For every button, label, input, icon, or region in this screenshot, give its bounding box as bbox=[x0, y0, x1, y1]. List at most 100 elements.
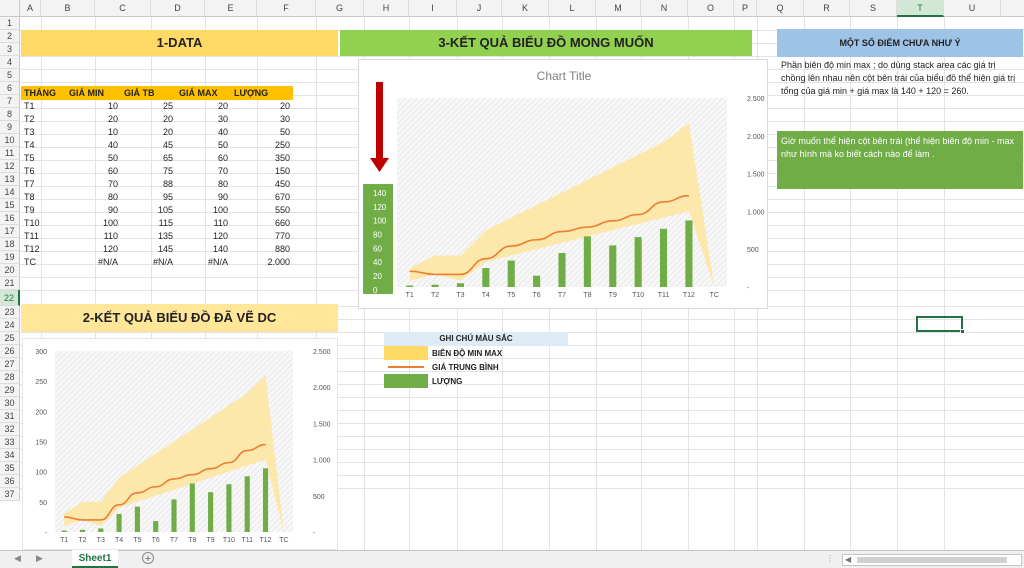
table-header-cell[interactable]: GIÁ MAX bbox=[176, 86, 231, 100]
table-cell[interactable]: T1 bbox=[21, 100, 66, 113]
table-cell[interactable]: 70 bbox=[66, 178, 121, 191]
row-header[interactable]: 26 bbox=[0, 345, 20, 358]
table-cell[interactable]: T3 bbox=[21, 126, 66, 139]
table-header-cell[interactable]: GIÁ TB bbox=[121, 86, 176, 100]
column-header[interactable]: F bbox=[257, 0, 316, 17]
table-cell[interactable]: T7 bbox=[21, 178, 66, 191]
row-header[interactable]: 15 bbox=[0, 199, 20, 212]
nav-right-icon[interactable]: ▶ bbox=[36, 553, 43, 564]
row-header[interactable]: 34 bbox=[0, 449, 20, 462]
row-header[interactable]: 28 bbox=[0, 371, 20, 384]
table-cell[interactable]: 20 bbox=[121, 113, 176, 126]
table-cell[interactable]: 95 bbox=[121, 191, 176, 204]
table-cell[interactable]: 660 bbox=[231, 217, 293, 230]
row-header[interactable]: 2 bbox=[0, 30, 20, 43]
table-cell[interactable]: T12 bbox=[21, 243, 66, 256]
table-cell[interactable]: 40 bbox=[66, 139, 121, 152]
table-cell[interactable]: 20 bbox=[66, 113, 121, 126]
table-cell[interactable]: 80 bbox=[176, 178, 231, 191]
column-header[interactable]: H bbox=[364, 0, 409, 17]
column-header[interactable]: O bbox=[688, 0, 734, 17]
column-header[interactable]: Q bbox=[757, 0, 804, 17]
table-cell[interactable]: 45 bbox=[121, 139, 176, 152]
table-header-cell[interactable]: LƯỢNG bbox=[231, 86, 293, 100]
row-header[interactable]: 27 bbox=[0, 358, 20, 371]
table-cell[interactable]: 670 bbox=[231, 191, 293, 204]
row-header[interactable]: 4 bbox=[0, 56, 20, 69]
table-cell[interactable]: T9 bbox=[21, 204, 66, 217]
nav-left-icon[interactable]: ◀ bbox=[14, 553, 21, 564]
table-cell[interactable]: T6 bbox=[21, 165, 66, 178]
column-header[interactable]: I bbox=[409, 0, 457, 17]
row-header[interactable]: 22 bbox=[0, 290, 20, 306]
row-header[interactable]: 20 bbox=[0, 264, 20, 277]
table-cell[interactable]: 50 bbox=[66, 152, 121, 165]
row-header[interactable]: 17 bbox=[0, 225, 20, 238]
table-cell[interactable]: 145 bbox=[121, 243, 176, 256]
desired-chart[interactable]: Chart Title T1 T2 T3 T4 T5 T6 T7 T8 T9 T10 T11 T12 TC… bbox=[358, 59, 768, 309]
column-header[interactable]: D bbox=[151, 0, 205, 17]
row-header[interactable]: 32 bbox=[0, 423, 20, 436]
row-header[interactable]: 7 bbox=[0, 95, 20, 108]
table-cell[interactable]: T2 bbox=[21, 113, 66, 126]
row-header[interactable]: 30 bbox=[0, 397, 20, 410]
table-cell[interactable]: 60 bbox=[66, 165, 121, 178]
row-header[interactable]: 25 bbox=[0, 332, 20, 345]
row-header[interactable]: 10 bbox=[0, 134, 20, 147]
table-cell[interactable]: 120 bbox=[176, 230, 231, 243]
table-cell[interactable]: 100 bbox=[176, 204, 231, 217]
drawn-chart[interactable]: T1 T2 T3 T4 T5 T6 T7 T8 T9 T10 T11 T12 TC 2.500 2.000 1… bbox=[22, 338, 338, 550]
table-cell[interactable]: 10 bbox=[66, 100, 121, 113]
table-cell[interactable]: TC bbox=[21, 256, 66, 269]
fill-handle[interactable] bbox=[960, 329, 965, 334]
row-header[interactable]: 3 bbox=[0, 43, 20, 56]
table-cell[interactable]: 120 bbox=[66, 243, 121, 256]
table-cell[interactable]: 140 bbox=[176, 243, 231, 256]
row-header[interactable]: 29 bbox=[0, 384, 20, 397]
table-cell[interactable]: 105 bbox=[121, 204, 176, 217]
column-header[interactable]: C bbox=[95, 0, 151, 17]
row-header[interactable]: 12 bbox=[0, 160, 20, 173]
row-header[interactable]: 19 bbox=[0, 251, 20, 264]
table-cell[interactable]: 550 bbox=[231, 204, 293, 217]
table-cell[interactable]: 770 bbox=[231, 230, 293, 243]
sheet-tab-sheet1[interactable]: Sheet1 bbox=[72, 550, 118, 568]
table-cell[interactable]: 450 bbox=[231, 178, 293, 191]
scroll-left-icon[interactable]: ◀ bbox=[845, 555, 851, 564]
table-cell[interactable]: 880 bbox=[231, 243, 293, 256]
row-header[interactable]: 16 bbox=[0, 212, 20, 225]
row-header[interactable]: 35 bbox=[0, 462, 20, 475]
table-cell[interactable]: 90 bbox=[176, 191, 231, 204]
table-cell[interactable]: 2.000 bbox=[231, 256, 293, 269]
column-header[interactable]: L bbox=[549, 0, 596, 17]
column-header[interactable]: T bbox=[897, 0, 944, 17]
column-header[interactable]: G bbox=[316, 0, 364, 17]
row-header[interactable]: 14 bbox=[0, 186, 20, 199]
table-cell[interactable]: 110 bbox=[176, 217, 231, 230]
table-cell[interactable]: 90 bbox=[66, 204, 121, 217]
table-cell[interactable]: 115 bbox=[121, 217, 176, 230]
table-cell[interactable]: 50 bbox=[176, 139, 231, 152]
row-header[interactable]: 36 bbox=[0, 475, 20, 488]
selected-cell[interactable] bbox=[916, 316, 963, 332]
column-header[interactable]: N bbox=[641, 0, 688, 17]
table-cell[interactable]: 80 bbox=[66, 191, 121, 204]
table-cell[interactable]: 350 bbox=[231, 152, 293, 165]
row-header[interactable]: 13 bbox=[0, 173, 20, 186]
row-header[interactable]: 8 bbox=[0, 108, 20, 121]
column-header[interactable]: P bbox=[734, 0, 757, 17]
table-cell[interactable]: 20 bbox=[176, 100, 231, 113]
table-cell[interactable]: #N/A bbox=[66, 256, 121, 269]
row-header[interactable]: 1 bbox=[0, 17, 20, 30]
column-header[interactable]: S bbox=[850, 0, 897, 17]
row-header[interactable]: 11 bbox=[0, 147, 20, 160]
column-header[interactable]: R bbox=[804, 0, 850, 17]
horizontal-scrollbar[interactable]: ◀ bbox=[842, 554, 1022, 566]
row-header[interactable]: 37 bbox=[0, 488, 20, 501]
table-cell[interactable]: T11 bbox=[21, 230, 66, 243]
table-cell[interactable]: 20 bbox=[231, 100, 293, 113]
table-cell[interactable]: #N/A bbox=[176, 256, 231, 269]
row-header[interactable]: 6 bbox=[0, 82, 20, 95]
row-header[interactable]: 23 bbox=[0, 306, 20, 319]
row-header[interactable]: 24 bbox=[0, 319, 20, 332]
